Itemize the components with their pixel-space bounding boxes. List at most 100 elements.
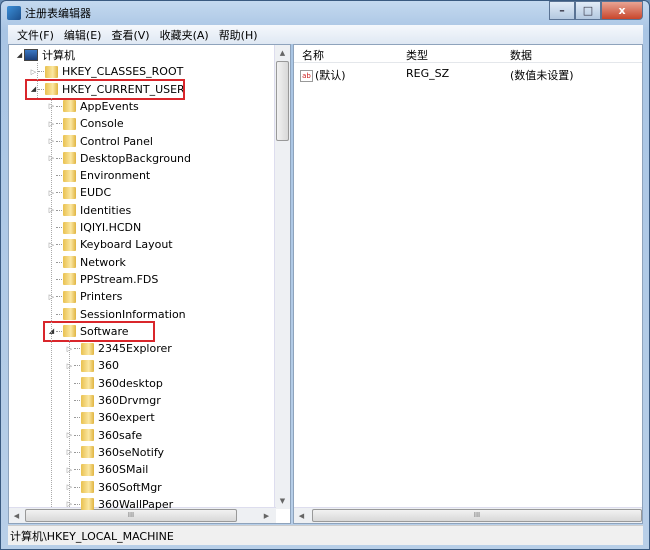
folder-icon — [63, 169, 76, 182]
folder-icon — [81, 359, 94, 372]
close-button[interactable]: x — [601, 1, 643, 20]
menu-favorites[interactable]: 收藏夹(A) — [155, 27, 214, 43]
tree-item[interactable]: ▷ 2345Explorer — [65, 340, 172, 357]
hscroll-thumb[interactable]: III — [312, 509, 642, 522]
menu-help[interactable]: 帮助(H) — [214, 27, 263, 43]
tree-item[interactable]: IQIYI.HCDN — [47, 219, 141, 236]
folder-icon — [81, 429, 94, 442]
minimize-button[interactable]: – — [549, 1, 575, 20]
tree-connector — [74, 469, 80, 471]
highlight-box — [25, 78, 185, 100]
folder-icon — [63, 290, 76, 303]
tree-item[interactable]: ▷ Printers — [47, 288, 123, 305]
tree-connector — [74, 503, 80, 505]
tree-connector — [56, 175, 62, 177]
tree-connector — [56, 105, 62, 107]
tree-item-label: 360WallPaper — [98, 497, 174, 511]
column-name[interactable]: 名称 — [302, 47, 324, 63]
tree-item-label: 360desktop — [98, 376, 163, 390]
tree-item-label: DesktopBackground — [80, 151, 191, 165]
tree-item[interactable]: ◢ 计算机 — [15, 46, 75, 63]
tree-item-label: 2345Explorer — [98, 342, 172, 356]
tree-item-label: Keyboard Layout — [80, 238, 173, 252]
column-data[interactable]: 数据 — [510, 47, 532, 63]
folder-icon — [63, 221, 76, 234]
menu-edit[interactable]: 编辑(E) — [59, 27, 107, 43]
tree-item-label: Network — [80, 255, 126, 269]
tree-item-label: Identities — [80, 203, 132, 217]
tree-item-label: Printers — [80, 290, 123, 304]
column-type[interactable]: 类型 — [406, 47, 428, 63]
menu-file[interactable]: 文件(F) — [12, 27, 59, 43]
list-horizontal-scrollbar[interactable]: ◀ III — [294, 507, 642, 523]
tree-item-label: 360SMail — [98, 463, 149, 477]
tree-item-label: Environment — [80, 169, 151, 183]
tree-item[interactable]: Network — [47, 254, 126, 271]
tree-connector — [74, 486, 80, 488]
tree-connector — [56, 209, 62, 211]
list-row[interactable]: ab (默认) REG_SZ (数值未设置) — [294, 65, 642, 82]
tree-item-label: 360safe — [98, 428, 143, 442]
tree-connector — [74, 365, 80, 367]
tree-connector — [56, 313, 62, 315]
folder-icon — [63, 204, 76, 217]
highlight-box — [43, 320, 155, 342]
computer-icon — [24, 48, 38, 61]
tree-guide-line — [37, 63, 38, 98]
tree-guide-line — [69, 340, 70, 507]
tree-item[interactable]: ▷ Identities — [47, 202, 131, 219]
collapse-arrow-icon[interactable]: ◢ — [15, 51, 24, 59]
folder-icon — [81, 481, 94, 493]
tree-item[interactable]: ▷ EUDC — [47, 184, 111, 201]
folder-icon — [63, 117, 76, 130]
scroll-thumb[interactable] — [276, 61, 289, 141]
tree-item[interactable]: 360Drvmgr — [65, 392, 161, 409]
value-type: REG_SZ — [406, 67, 450, 80]
tree-item[interactable]: Environment — [47, 167, 150, 184]
regedit-app-icon — [7, 6, 21, 20]
tree-item[interactable]: ▷ Control Panel — [47, 133, 153, 150]
scroll-left-arrow-icon[interactable]: ◀ — [9, 508, 24, 523]
tree-item[interactable]: ▷ DesktopBackground — [47, 150, 191, 167]
tree-item-label: 360SoftMgr — [98, 480, 162, 494]
tree-vertical-scrollbar[interactable]: ▲ ▼ — [274, 45, 290, 509]
tree-item[interactable]: ▷ AppEvents — [47, 98, 139, 115]
maximize-button[interactable]: □ — [575, 1, 601, 20]
tree-item-label: 360 — [98, 359, 119, 373]
tree-item[interactable]: 360expert — [65, 409, 155, 426]
tree-connector — [74, 451, 80, 453]
tree-item[interactable]: ▷ 360WallPaper — [65, 496, 173, 513]
scroll-left-arrow-icon[interactable]: ◀ — [294, 508, 309, 523]
tree-connector — [38, 71, 44, 73]
scroll-up-arrow-icon[interactable]: ▲ — [275, 45, 290, 61]
tree-item-label: 360expert — [98, 411, 155, 425]
folder-icon — [63, 238, 76, 251]
regedit-window: 注册表编辑器 – □ x 文件(F) 编辑(E) 查看(V) 收藏夹(A) 帮助… — [0, 0, 650, 550]
tree-item[interactable]: ▷ 360SMail — [65, 461, 149, 478]
scroll-down-arrow-icon[interactable]: ▼ — [275, 493, 290, 509]
value-data: (数值未设置) — [510, 69, 574, 82]
string-value-icon: ab — [300, 70, 313, 82]
list-header: 名称 类型 数据 — [294, 45, 642, 63]
tree-item[interactable]: ▷ Console — [47, 115, 124, 132]
tree-item[interactable]: PPStream.FDS — [47, 271, 158, 288]
registry-tree: ▲ ▼ ◀ III ▶ ◢ 计算机 ▷ HKEY_CLASSES_ROOT ◢ HKEY_… — [8, 44, 291, 524]
folder-icon — [81, 411, 94, 424]
tree-connector — [74, 400, 80, 401]
tree-connector — [56, 278, 62, 280]
scroll-right-arrow-icon[interactable]: ▶ — [259, 508, 274, 523]
menu-view[interactable]: 查看(V) — [106, 27, 154, 43]
tree-connector — [56, 261, 62, 263]
tree-item-label: 360Drvmgr — [98, 394, 161, 407]
tree-item-label: EUDC — [80, 186, 112, 200]
tree-item[interactable]: ▷ 360seNotify — [65, 444, 164, 461]
tree-connector — [56, 192, 62, 194]
tree-item[interactable]: ▷ 360SoftMgr — [65, 479, 162, 496]
tree-item-label: 360seNotify — [98, 445, 165, 459]
tree-item[interactable]: 360desktop — [65, 375, 163, 392]
tree-item[interactable]: ▷ Keyboard Layout — [47, 236, 173, 253]
tree-item[interactable]: ▷ 360safe — [65, 427, 142, 444]
folder-icon — [63, 100, 76, 113]
folder-icon — [63, 308, 76, 320]
tree-item[interactable]: ▷ 360 — [65, 357, 119, 374]
